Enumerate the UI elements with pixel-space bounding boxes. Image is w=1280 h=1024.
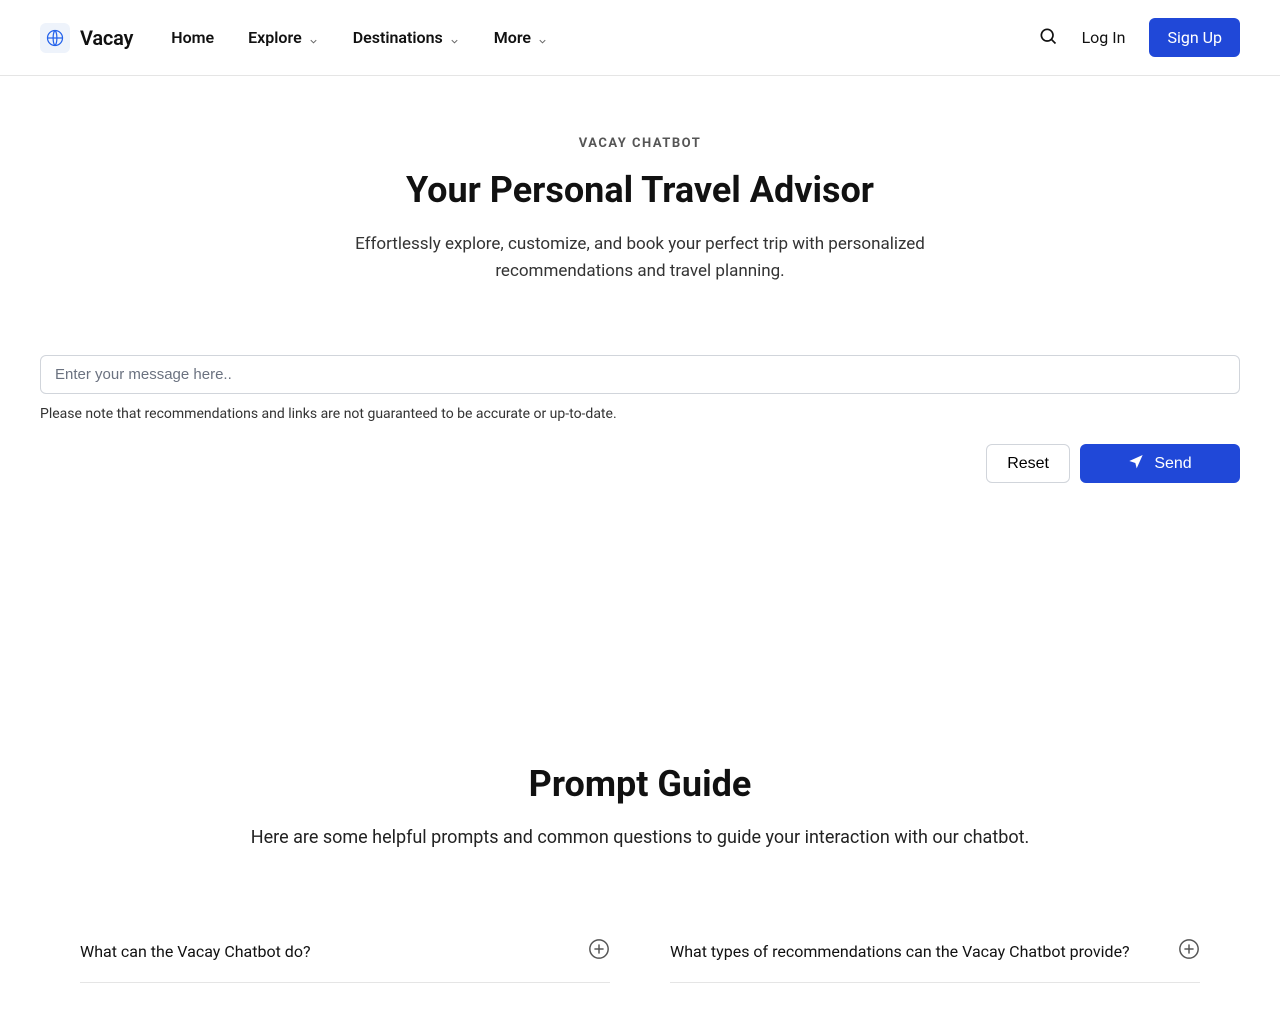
faq-item[interactable]: What can the Vacay Chatbot do? [80, 938, 610, 983]
hero-subtitle: Effortlessly explore, customize, and boo… [290, 231, 990, 285]
chat-input[interactable] [40, 355, 1240, 394]
chevron-down-icon [308, 32, 319, 43]
main-content: VACAY CHATBOT Your Personal Travel Advis… [0, 76, 1280, 983]
main-nav: Home Explore Destinations More [171, 28, 548, 47]
nav-destinations-label: Destinations [353, 28, 443, 47]
faq-grid: What can the Vacay Chatbot do? What type… [40, 938, 1240, 983]
brand-logo[interactable]: Vacay [40, 23, 133, 53]
login-link[interactable]: Log In [1082, 28, 1126, 47]
hero-title: Your Personal Travel Advisor [290, 169, 990, 211]
faq-question: What can the Vacay Chatbot do? [80, 942, 311, 961]
send-icon [1128, 453, 1144, 474]
chat-actions: Reset Send [40, 444, 1240, 483]
globe-icon [40, 23, 70, 53]
hero-section: VACAY CHATBOT Your Personal Travel Advis… [290, 136, 990, 285]
header-right: Log In Sign Up [1038, 18, 1240, 57]
send-button[interactable]: Send [1080, 444, 1240, 483]
faq-question: What types of recommendations can the Va… [670, 942, 1130, 961]
guide-title: Prompt Guide [40, 763, 1240, 805]
plus-circle-icon [1178, 938, 1200, 964]
send-label: Send [1154, 455, 1191, 473]
prompt-guide-section: Prompt Guide Here are some helpful promp… [40, 763, 1240, 848]
hero-eyebrow: VACAY CHATBOT [290, 136, 990, 151]
nav-home[interactable]: Home [171, 28, 214, 47]
nav-more[interactable]: More [494, 28, 548, 47]
nav-explore[interactable]: Explore [248, 28, 319, 47]
plus-circle-icon [588, 938, 610, 964]
reset-button[interactable]: Reset [986, 444, 1070, 483]
header-left: Vacay Home Explore Destinations More [40, 23, 548, 53]
nav-home-label: Home [171, 28, 214, 47]
chat-disclaimer: Please note that recommendations and lin… [40, 406, 1240, 422]
chevron-down-icon [537, 32, 548, 43]
top-header: Vacay Home Explore Destinations More [0, 0, 1280, 76]
chevron-down-icon [449, 32, 460, 43]
nav-explore-label: Explore [248, 28, 302, 47]
search-icon[interactable] [1038, 26, 1058, 50]
nav-destinations[interactable]: Destinations [353, 28, 460, 47]
signup-button[interactable]: Sign Up [1149, 18, 1240, 57]
guide-subtitle: Here are some helpful prompts and common… [40, 827, 1240, 848]
faq-item[interactable]: What types of recommendations can the Va… [670, 938, 1200, 983]
brand-name: Vacay [80, 26, 133, 50]
nav-more-label: More [494, 28, 531, 47]
chat-section: Please note that recommendations and lin… [40, 355, 1240, 483]
